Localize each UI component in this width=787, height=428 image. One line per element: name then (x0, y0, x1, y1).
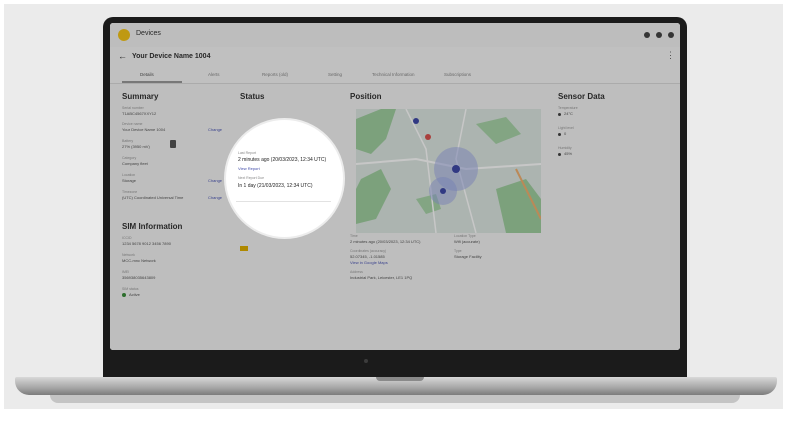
tab-bar: Details Alerts Reports (old) Setting Tec… (110, 67, 680, 84)
laptop-screen: Devices ← Your Device Name 1004 ⋮ Detail… (110, 23, 680, 350)
battery-icon (170, 140, 176, 148)
place-type-label: Type (454, 249, 462, 253)
laptop-base (15, 377, 777, 395)
spotlight-divider (236, 201, 331, 202)
tab-subscriptions[interactable]: Subscriptions (444, 72, 471, 77)
position-time-value: 2 minutes ago (20/03/2023, 12:34 UTC) (350, 239, 421, 244)
edit-location-link[interactable]: Change (208, 178, 222, 183)
temperature-value: 24°C (564, 111, 573, 116)
edit-timezone-link[interactable]: Change (208, 195, 222, 200)
last-report-value: 2 minutes ago (20/03/2023, 12:34 UTC) (238, 157, 327, 163)
last-report-label: Last Report (238, 151, 257, 155)
more-icon[interactable]: ⋮ (666, 50, 675, 61)
map-graphic (356, 109, 541, 233)
logo-icon (118, 29, 130, 41)
imei-label: IMEI (122, 270, 130, 274)
laptop-base-shadow (50, 395, 740, 403)
next-report-label: Next Report Due (238, 176, 265, 180)
laptop-notch (376, 377, 424, 381)
device-name-label: Device name (122, 122, 143, 126)
position-time-label: Time (350, 234, 358, 238)
active-tab-indicator (122, 81, 182, 83)
sim-title: SIM Information (122, 222, 183, 231)
back-arrow-icon[interactable]: ← (118, 51, 127, 61)
category-value: Company fleet (122, 161, 148, 166)
humidity-value: 45% (564, 151, 573, 156)
location-value: Storage (122, 178, 137, 183)
tab-technical-information[interactable]: Technical Information (372, 72, 415, 77)
tab-reports[interactable]: Reports (old) (262, 72, 288, 77)
status-dot-icon (122, 293, 126, 297)
summary-title: Summary (122, 92, 159, 101)
iccid-value: 1234 5678 9012 3456 7890 (122, 241, 171, 246)
status-title: Status (240, 92, 265, 101)
window-dot-icon[interactable] (668, 32, 674, 38)
position-title: Position (350, 92, 382, 101)
place-type-value: Storage Facility (454, 254, 482, 259)
battery-label: Battery (122, 139, 134, 143)
network-label: Network (122, 253, 135, 257)
next-report-value: In 1 day (21/03/2023, 12:34 UTC) (238, 183, 313, 189)
tab-alerts[interactable]: Alerts (208, 72, 220, 77)
title-bar: ← Your Device Name 1004 ⋮ (110, 47, 680, 67)
window-dot-icon[interactable] (644, 32, 650, 38)
temperature-icon (558, 113, 561, 116)
sensor-title: Sensor Data (558, 92, 605, 101)
serial-label: Serial number (122, 106, 144, 110)
light-icon (558, 133, 561, 136)
position-map[interactable] (356, 109, 541, 233)
view-report-link[interactable]: View Report (238, 166, 260, 171)
humidity-label: Humidity (558, 146, 572, 150)
address-label: Address (350, 270, 363, 274)
app-bar: Devices (110, 23, 680, 47)
tab-setting[interactable]: Setting (328, 72, 342, 77)
iccid-label: ICCID (122, 236, 132, 240)
coords-label: Coordinates (accuracy) (350, 249, 387, 253)
sim-status-label: SIM status (122, 287, 139, 291)
sim-status-value: Active (129, 292, 140, 297)
location-type-label: Location Type (454, 234, 476, 238)
category-label: Category (122, 156, 137, 160)
edit-device-name-link[interactable]: Change (208, 127, 222, 132)
humidity-icon (558, 153, 561, 156)
network-value: MCC-mnc Network (122, 258, 156, 263)
temperature-label: Temperature (558, 106, 578, 110)
window-dot-icon[interactable] (656, 32, 662, 38)
laptop-lid: Devices ← Your Device Name 1004 ⋮ Detail… (103, 17, 687, 383)
device-name-value: Your Device Name 1004 (122, 127, 166, 132)
status-chip (240, 246, 248, 251)
tab-details[interactable]: Details (140, 72, 154, 77)
light-label: Light level (558, 126, 574, 130)
device-title: Your Device Name 1004 (132, 53, 211, 60)
webcam-icon (364, 359, 368, 363)
location-type-value: Wifi (accurate) (454, 239, 480, 244)
imei-value: 356938035643809 (122, 275, 156, 280)
address-value: Industrial Park, Leicester, LE1 1PQ (350, 275, 413, 280)
timezone-label: Timezone (122, 190, 138, 194)
timezone-value: (UTC) Coordinated Universal Time (122, 195, 184, 200)
battery-value: 27% (3950 mV) (122, 144, 150, 149)
light-value: 0 (564, 131, 567, 136)
serial-value: T1ABC4567XXY12 (122, 111, 157, 116)
location-label: Location (122, 173, 136, 177)
app-brand: Devices (136, 30, 161, 37)
status-spotlight: Last Report 2 minutes ago (20/03/2023, 1… (226, 120, 343, 237)
coords-value: 52.07345, -1.01585 (350, 254, 385, 259)
google-maps-link[interactable]: View in Google Maps (350, 260, 388, 265)
